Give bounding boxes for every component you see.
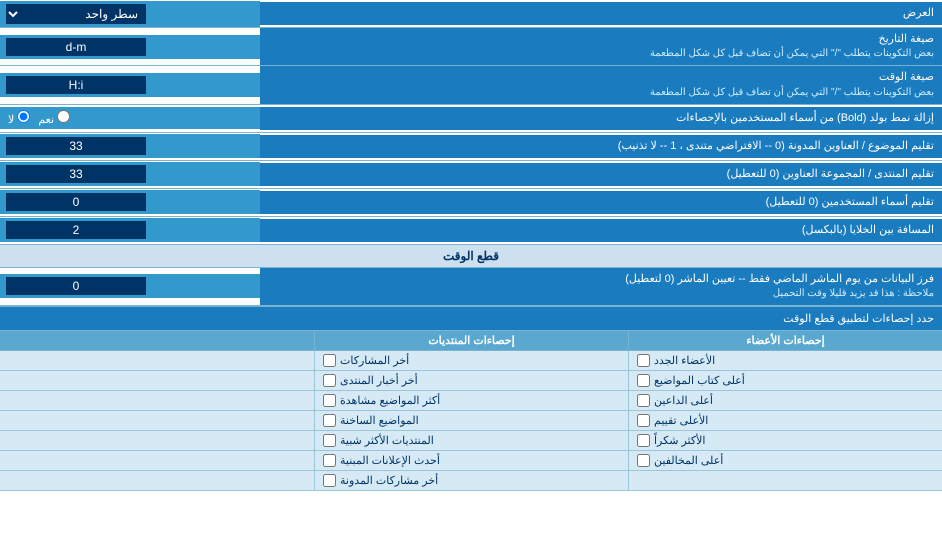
checkbox-col3-item (0, 371, 314, 390)
checkbox-col1-label: أعلى المخالفين (654, 454, 723, 467)
space-cells-input-cell (0, 218, 260, 242)
radio-no[interactable] (17, 110, 30, 123)
checkbox-col2-label: أخر المشاركات (340, 354, 409, 367)
checkbox-col1-label: الأعضاء الجدد (654, 354, 715, 367)
date-format-input-cell (0, 35, 260, 59)
sort-topics-label: تقليم الموضوع / العناوين المدونة (0 -- ا… (260, 135, 942, 158)
checkbox-col1-item: أعلى المخالفين (628, 451, 942, 470)
checkbox-col2[interactable] (323, 414, 336, 427)
display-label: العرض (260, 2, 942, 25)
time-format-input[interactable] (6, 76, 146, 94)
checkbox-col1[interactable] (637, 414, 650, 427)
checkbox-col1-label: الأكثر شكراً (654, 434, 705, 447)
checkbox-col2[interactable] (323, 474, 336, 487)
checkbox-col2-label: المواضيع الساخنة (340, 414, 419, 427)
checkbox-col1-label: الأعلى تقييم (654, 414, 708, 427)
remove-bold-radio-cell: نعم لا (0, 107, 260, 129)
cutoff-section-header: قطع الوقت (0, 245, 942, 268)
checkbox-col2-label: المنتديات الأكثر شبية (340, 434, 434, 447)
sort-forum-input[interactable] (6, 165, 146, 183)
checkbox-col2-item: أكثر المواضيع مشاهدة (314, 391, 628, 410)
col2-header: إحصاءات المنتديات (314, 331, 628, 350)
checkbox-col2-item: أخر مشاركات المدونة (314, 471, 628, 490)
checkbox-col2[interactable] (323, 454, 336, 467)
space-cells-input[interactable] (6, 221, 146, 239)
sort-forum-label: تقليم المنتدى / المجموعة العناوين (0 للت… (260, 163, 942, 186)
checkbox-col1[interactable] (637, 394, 650, 407)
col1-header: إحصاءات الأعضاء (628, 331, 942, 350)
checkbox-col2-item: أخر المشاركات (314, 351, 628, 370)
cutoff-input-cell (0, 274, 260, 298)
checkbox-col1-item: أعلى الداعين (628, 391, 942, 410)
checkbox-col2[interactable] (323, 434, 336, 447)
time-format-input-cell (0, 73, 260, 97)
trim-usernames-input[interactable] (6, 193, 146, 211)
trim-usernames-label: تقليم أسماء المستخدمين (0 للتعطيل) (260, 191, 942, 214)
trim-usernames-input-cell (0, 190, 260, 214)
checkbox-col1-item: الأكثر شكراً (628, 431, 942, 450)
checkbox-col1[interactable] (637, 354, 650, 367)
col3-header (0, 331, 314, 350)
checkbox-col1[interactable] (637, 454, 650, 467)
checkbox-col1-item: الأعلى تقييم (628, 411, 942, 430)
checkbox-col3-item (0, 431, 314, 450)
remove-bold-label: إزالة نمط بولد (Bold) من أسماء المستخدمي… (260, 107, 942, 130)
checkbox-col2[interactable] (323, 374, 336, 387)
checkbox-col2-label: أكثر المواضيع مشاهدة (340, 394, 440, 407)
checkbox-col1-item (628, 471, 942, 490)
radio-yes[interactable] (57, 110, 70, 123)
cutoff-input[interactable] (6, 277, 146, 295)
checkbox-col3-item (0, 451, 314, 470)
checkbox-col2-item: أخر أخبار المنتدى (314, 371, 628, 390)
space-cells-label: المسافة بين الخلايا (بالبكسل) (260, 219, 942, 242)
checkbox-col2[interactable] (323, 394, 336, 407)
apply-cutoff-label: حدد إحصاءات لتطبيق قطع الوقت (0, 308, 942, 329)
checkbox-col3-item (0, 411, 314, 430)
sort-topics-input-cell (0, 134, 260, 158)
checkbox-col2[interactable] (323, 354, 336, 367)
checkbox-col3-item (0, 351, 314, 370)
sort-topics-input[interactable] (6, 137, 146, 155)
display-select[interactable]: سطر واحدسطرانثلاثة أسطر (6, 4, 146, 24)
checkbox-col1-item: أعلى كتاب المواضيع (628, 371, 942, 390)
checkbox-col1-item: الأعضاء الجدد (628, 351, 942, 370)
checkbox-col2-item: المنتديات الأكثر شبية (314, 431, 628, 450)
sort-forum-input-cell (0, 162, 260, 186)
time-format-label: صيغة الوقت بعض التكوينات يتطلب "/" التي … (260, 66, 942, 103)
checkbox-col2-item: المواضيع الساخنة (314, 411, 628, 430)
checkbox-col1[interactable] (637, 374, 650, 387)
checkbox-col2-label: أخر مشاركات المدونة (340, 474, 438, 487)
date-format-input[interactable] (6, 38, 146, 56)
checkbox-col2-label: أخر أخبار المنتدى (340, 374, 418, 387)
checkbox-col3-item (0, 391, 314, 410)
checkbox-col3-item (0, 471, 314, 490)
date-format-label: صيغة التاريخ بعض التكوينات يتطلب "/" الت… (260, 28, 942, 65)
checkbox-col1-label: أعلى الداعين (654, 394, 713, 407)
checkbox-col2-item: أحدث الإعلانات المبنية (314, 451, 628, 470)
checkbox-col1[interactable] (637, 434, 650, 447)
checkbox-col1-label: أعلى كتاب المواضيع (654, 374, 745, 387)
radio-no-label: لا (8, 110, 30, 126)
cutoff-label: فرز البيانات من يوم الماشر الماضي فقط --… (260, 268, 942, 305)
radio-yes-label: نعم (38, 110, 70, 126)
display-select-cell: سطر واحدسطرانثلاثة أسطر (0, 1, 260, 27)
checkbox-col2-label: أحدث الإعلانات المبنية (340, 454, 440, 467)
